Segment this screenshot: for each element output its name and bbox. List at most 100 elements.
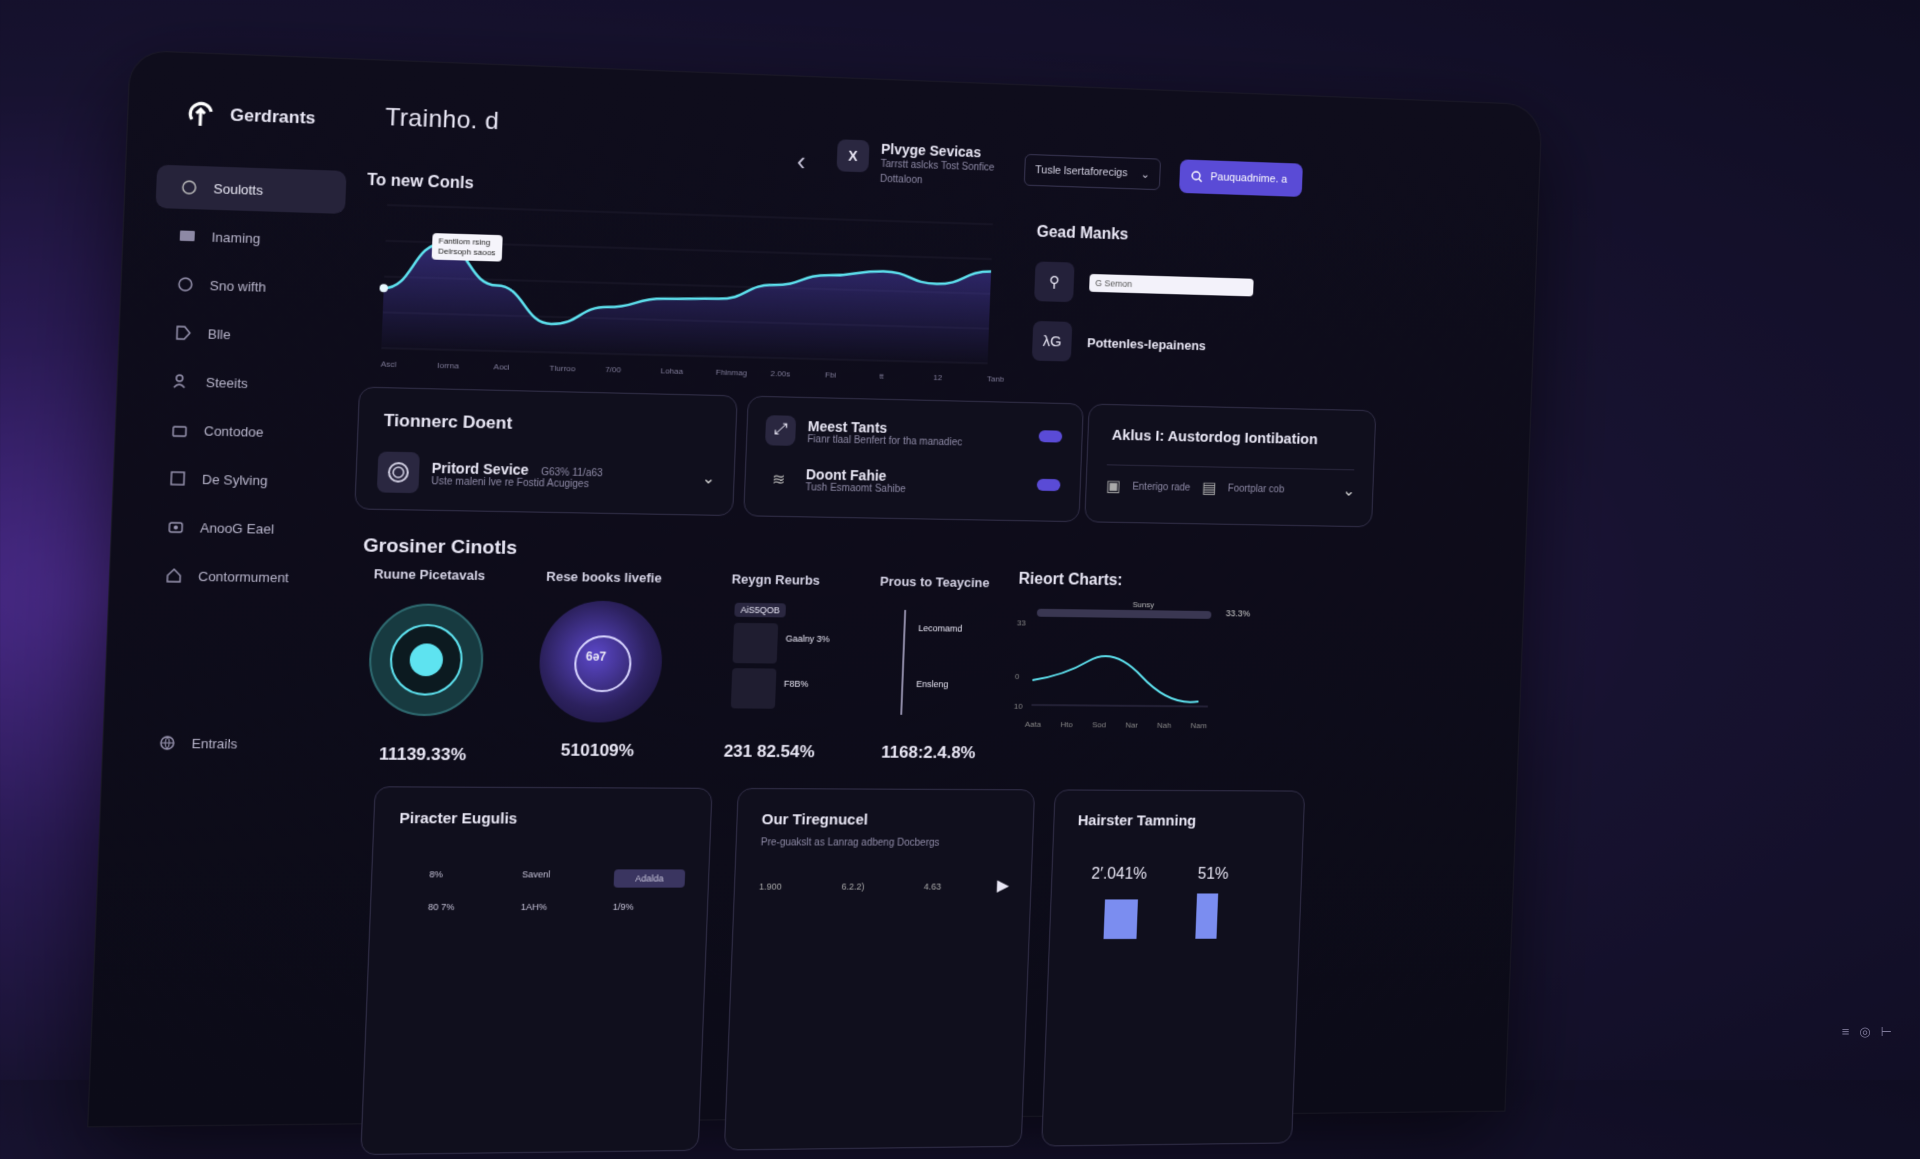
sidebar-item-label: AnooG Eael — [199, 519, 275, 537]
stat-label: Ruune Picetavals — [373, 566, 486, 584]
x-axis-label: Fbi — [825, 370, 837, 379]
x-axis-label: Lohaa — [660, 366, 683, 376]
y-tick: 0 — [1014, 672, 1020, 682]
house-icon — [164, 566, 184, 585]
sidebar-item-anoog-eael[interactable]: AnooG Eael — [142, 505, 333, 551]
toggle-row-2: ≋ Doont Fahie Tush Esmaomt Sahibe — [763, 465, 1061, 498]
service-subtitle: Tarrstt aslcks Tost Sonfice Dottaloon — [879, 158, 995, 187]
recent-charts: Rieort Charts: Sunsy 33.3% 33 0 10 Aata … — [1013, 571, 1271, 742]
x-tick: Hto — [1060, 720, 1073, 730]
meest-tants-card: ⤢ Meest Tants Fianr tlaal Benfert for th… — [743, 395, 1084, 523]
layers-icon: ≋ — [771, 471, 786, 489]
sidebar-item-contormument[interactable]: Contormument — [140, 553, 331, 599]
hairster-bar — [1103, 899, 1138, 940]
sidebar-item-label: Entrails — [191, 735, 238, 752]
stat-label: Reygn Reurbs — [731, 571, 821, 588]
y-tick: 33 — [1016, 618, 1026, 628]
stat-value: 231 82.54% — [723, 741, 816, 762]
sidebar-item-blle[interactable]: Blle — [150, 310, 341, 358]
dropdown-label: Tusle lsertaforecigs — [1034, 164, 1128, 180]
filter-dropdown[interactable]: Tusle lsertaforecigs ⌄ — [1023, 153, 1162, 191]
growth-section-title: Grosiner Cinotls — [362, 535, 518, 560]
grid-cell: 1/9% — [612, 901, 634, 912]
chart-icon: ⤢ — [764, 415, 797, 446]
divider — [1106, 464, 1355, 471]
exit-icon[interactable]: ⊢ — [1881, 1024, 1892, 1040]
aklus-card: Aklus I: Austordog Iontibation ▣ Enterig… — [1084, 403, 1377, 528]
toggle-switch[interactable] — [1038, 430, 1063, 443]
hairster-value-1: 2′.041% — [1091, 865, 1148, 883]
chevron-down-icon[interactable]: ⌄ — [702, 468, 716, 488]
recent-bar-label: Sunsy — [1132, 600, 1155, 610]
main-area-chart: To new Conls Ascl Iorrna Aoci Tlurroo 7/00 Lo… — [359, 172, 1013, 392]
sidebar-item-steeits[interactable]: Steeits — [148, 359, 339, 407]
sidebar-item-inaming[interactable]: Inaming — [154, 213, 345, 262]
good-marks-panel: Gead Manks ⚲ G Semon λG Pottenles-lepain… — [1031, 223, 1326, 368]
orb-gauge: 6ə7 — [537, 600, 665, 723]
stat-rese: Rese books livefie 6ə7 510109% — [515, 568, 685, 761]
grid-cell-highlight[interactable]: Adalda — [613, 869, 686, 888]
square-icon — [168, 469, 188, 488]
corner-toolbar: ≡ ◎ ⊢ — [1842, 1024, 1892, 1040]
user-icon: ▤ — [1201, 480, 1217, 498]
sidebar-item-sno-wifth[interactable]: Sno wifth — [152, 262, 343, 310]
x-axis-label: Tanb — [987, 374, 1005, 383]
x-tick: Nam — [1190, 721, 1207, 731]
sidebar-item-contodoe[interactable]: Contodoe — [146, 407, 337, 454]
piracter-card: Piracter Eugulis 8% Savenl Adalda 80 7% … — [360, 786, 713, 1156]
back-icon[interactable]: ‹ — [796, 146, 806, 177]
x-tick: Nar — [1125, 720, 1138, 730]
timeline-label: Lecomamd — [918, 623, 963, 634]
x-tick: Nah — [1156, 720, 1172, 730]
stat-value: 1168:2.4.8% — [880, 742, 976, 763]
brand-logo-icon — [185, 98, 218, 130]
chat-icon — [179, 178, 199, 197]
menu-icon[interactable]: ≡ — [1842, 1024, 1850, 1040]
card-title: Our Tiregnucel — [761, 811, 869, 829]
chart-tooltip: Fantliom rsing Delrsoph saoos — [431, 233, 503, 262]
brand[interactable]: Gerdrants — [185, 98, 316, 133]
x-axis-label: 7/00 — [605, 365, 622, 374]
settings-icon[interactable]: ◎ — [1859, 1024, 1870, 1040]
good-marks-search-row: ⚲ G Semon — [1034, 261, 1325, 309]
toggle-switch[interactable] — [1036, 478, 1061, 491]
sidebar-item-entrails[interactable]: Entrails — [134, 721, 326, 766]
chevron-down-icon[interactable]: ⌄ — [1342, 481, 1355, 501]
tionnerc-doent-card: Tionnerc Doent Pritord Sevice G63% 11/a6… — [354, 386, 738, 517]
primary-action-button[interactable]: Pauquadnime. a — [1179, 159, 1303, 197]
sidebar-item-de-sylving[interactable]: De Sylving — [144, 456, 335, 503]
good-marks-item[interactable]: λG Pottenles-lepainens — [1031, 320, 1323, 368]
value-cell: 6.2.2) — [841, 881, 865, 892]
x-axis-label: Fhinmag — [716, 368, 748, 378]
good-marks-search-input[interactable]: G Semon — [1089, 273, 1254, 297]
x-axis-label: 2.00s — [770, 369, 790, 378]
timeline-label: Ensleng — [916, 679, 949, 690]
x-tick: Sod — [1091, 720, 1107, 730]
option-label[interactable]: Foortplar cob — [1228, 483, 1285, 495]
sidebar-item-label: Steeits — [205, 374, 249, 391]
recent-line-svg — [1013, 620, 1230, 721]
good-marks-item-label: Pottenles-lepainens — [1086, 334, 1207, 353]
sidebar-item-label: De Sylving — [201, 471, 268, 488]
dashboard-window: Gerdrants Trainho. d Soulotts Inaming Sn… — [87, 49, 1543, 1156]
good-marks-title: Gead Manks — [1036, 223, 1129, 244]
search-icon — [1191, 171, 1203, 183]
stat-value: 510109% — [560, 740, 635, 761]
service-header[interactable]: X Plvyge Sevicas Tarrstt aslcks Tost Son… — [836, 139, 1000, 190]
sidebar-item-label: Sno wifth — [209, 277, 267, 295]
orb-badge: 6ə7 — [585, 649, 607, 664]
primary-button-label: Pauquadnime. a — [1210, 171, 1288, 186]
help-icon — [175, 275, 195, 294]
sidebar: Soulotts Inaming Sno wifth Blle Steeits … — [133, 164, 347, 771]
tiregnucel-card: Our Tiregnucel Pre-guakslt as Lanrag adb… — [723, 787, 1036, 1151]
sidebar-item-label: Soulotts — [213, 180, 264, 198]
sidebar-item-label: Contormument — [197, 568, 290, 585]
card-title: Hairster Tamning — [1077, 812, 1197, 830]
stacked-chips: AiS5QOB Gaalny 3% F8B% — [710, 602, 835, 724]
pin-icon[interactable]: ⚲ — [1034, 261, 1075, 303]
sidebar-item-soulotts[interactable]: Soulotts — [155, 164, 347, 214]
value-cell: 4.63 — [923, 881, 942, 892]
option-label[interactable]: Enterigo rade — [1132, 481, 1190, 493]
service-row[interactable]: Pritord Sevice G63% 11/a63 Uste maleni l… — [376, 451, 716, 498]
play-icon[interactable]: ▶ — [997, 876, 1010, 896]
